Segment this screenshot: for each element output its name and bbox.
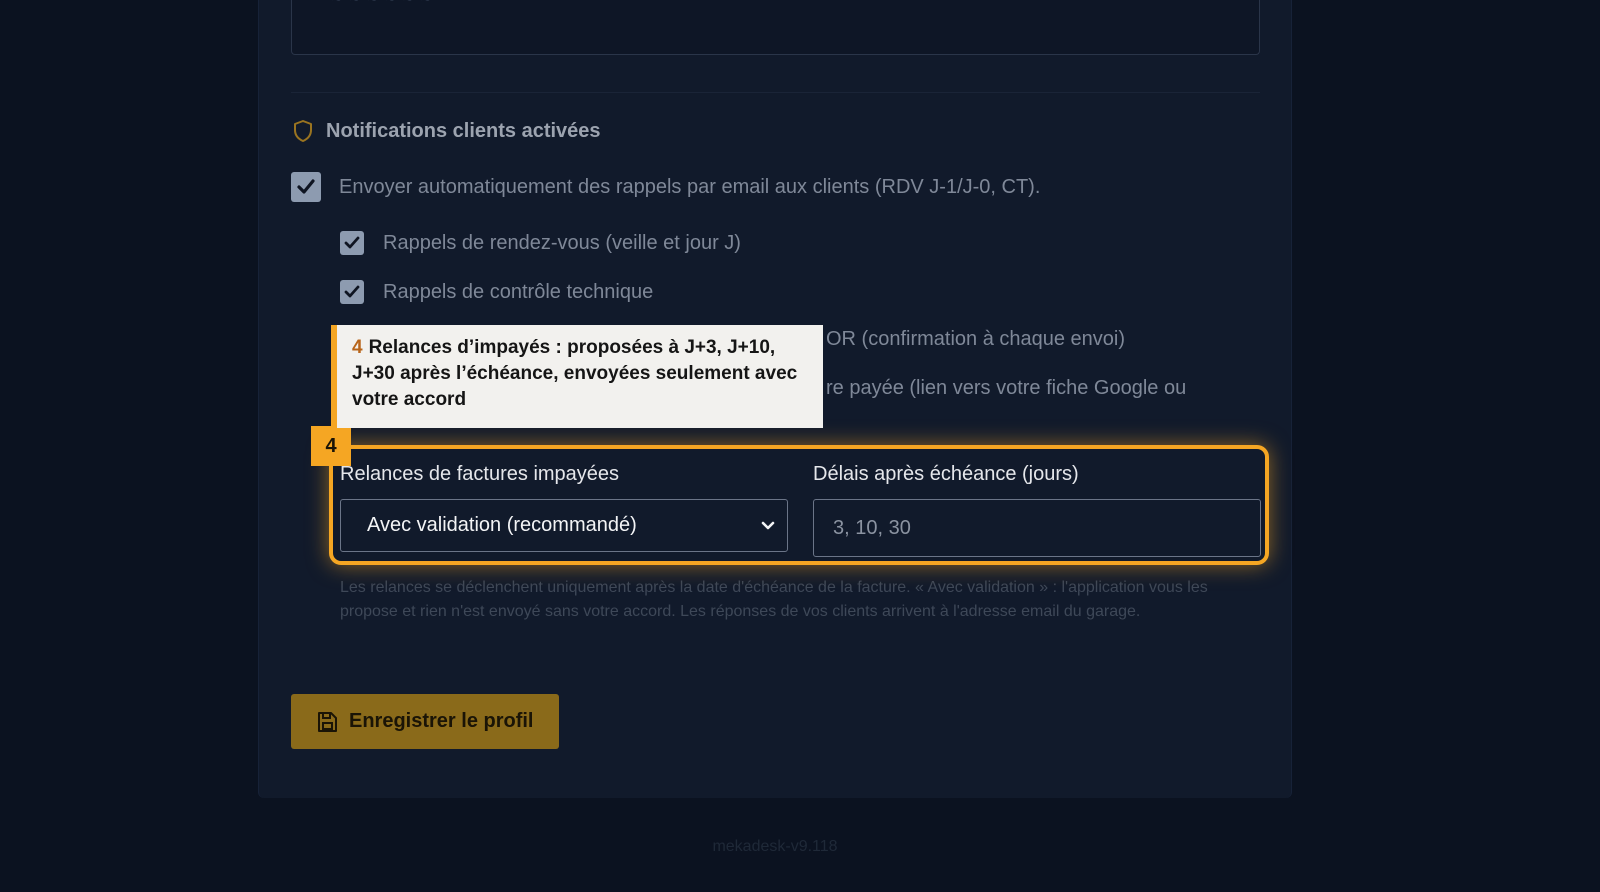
reminders-hint: Les relances se déclenchent uniquement a… bbox=[340, 579, 1208, 620]
section-header: Notifications clients activées bbox=[292, 119, 601, 143]
check-icon bbox=[297, 179, 315, 194]
inspection-reminders-row[interactable]: Rappels de contrôle technique bbox=[340, 280, 653, 304]
delay-days-input[interactable] bbox=[813, 499, 1261, 557]
tour-tooltip-number: 4 bbox=[352, 337, 363, 358]
check-icon bbox=[344, 236, 360, 249]
tour-tooltip: 4 Relances d’impayés : proposées à J+3, J… bbox=[331, 325, 823, 428]
chevron-down-icon bbox=[761, 521, 775, 530]
check-icon bbox=[344, 285, 360, 298]
message-textarea[interactable]: ~ ~ ~ ~ ~ ~ bbox=[291, 0, 1260, 55]
tour-step-badge: 4 bbox=[311, 426, 351, 466]
section-title: Notifications clients activées bbox=[326, 119, 601, 142]
page: ~ ~ ~ ~ ~ ~ Notifications clients activé… bbox=[0, 0, 1600, 892]
unpaid-reminders-label: Relances de factures impayées bbox=[340, 463, 620, 485]
appointment-reminders-row[interactable]: Rappels de rendez-vous (veille et jour J… bbox=[340, 231, 741, 255]
partial-option-row-4[interactable]: re payée (lien vers votre fiche Google o… bbox=[826, 377, 1186, 400]
unpaid-reminders-selected-value: Avec validation (recommandé) bbox=[367, 514, 637, 536]
shield-icon bbox=[294, 120, 312, 142]
appointment-reminders-checkbox[interactable] bbox=[340, 231, 364, 255]
tour-tooltip-text: Relances d’impayés : proposées à J+3, J+… bbox=[352, 337, 798, 410]
app-version: mekadesk-v9.118 bbox=[712, 838, 838, 855]
appointment-reminders-label: Rappels de rendez-vous (veille et jour J… bbox=[383, 231, 741, 254]
save-profile-button[interactable]: Enregistrer le profil bbox=[291, 694, 559, 749]
partial-option-row-3[interactable]: OR (confirmation à chaque envoi) bbox=[826, 328, 1125, 351]
save-icon bbox=[318, 711, 337, 732]
unpaid-reminders-select[interactable]: Avec validation (recommandé) bbox=[340, 499, 788, 552]
inspection-reminders-checkbox[interactable] bbox=[340, 280, 364, 304]
partial-option-label-3: OR (confirmation à chaque envoi) bbox=[826, 328, 1126, 350]
textarea-overflow-text: ~ ~ ~ ~ ~ ~ bbox=[332, 0, 433, 9]
save-profile-label: Enregistrer le profil bbox=[349, 710, 534, 732]
section-divider bbox=[291, 92, 1260, 93]
delay-label: Délais après échéance (jours) bbox=[813, 463, 1079, 485]
auto-reminders-label: Envoyer automatiquement des rappels par … bbox=[339, 175, 1041, 198]
auto-reminders-checkbox[interactable] bbox=[291, 172, 321, 202]
auto-reminders-checkbox-row[interactable]: Envoyer automatiquement des rappels par … bbox=[291, 172, 1040, 202]
inspection-reminders-label: Rappels de contrôle technique bbox=[383, 280, 654, 303]
partial-option-label-4: re payée (lien vers votre fiche Google o… bbox=[826, 377, 1187, 399]
